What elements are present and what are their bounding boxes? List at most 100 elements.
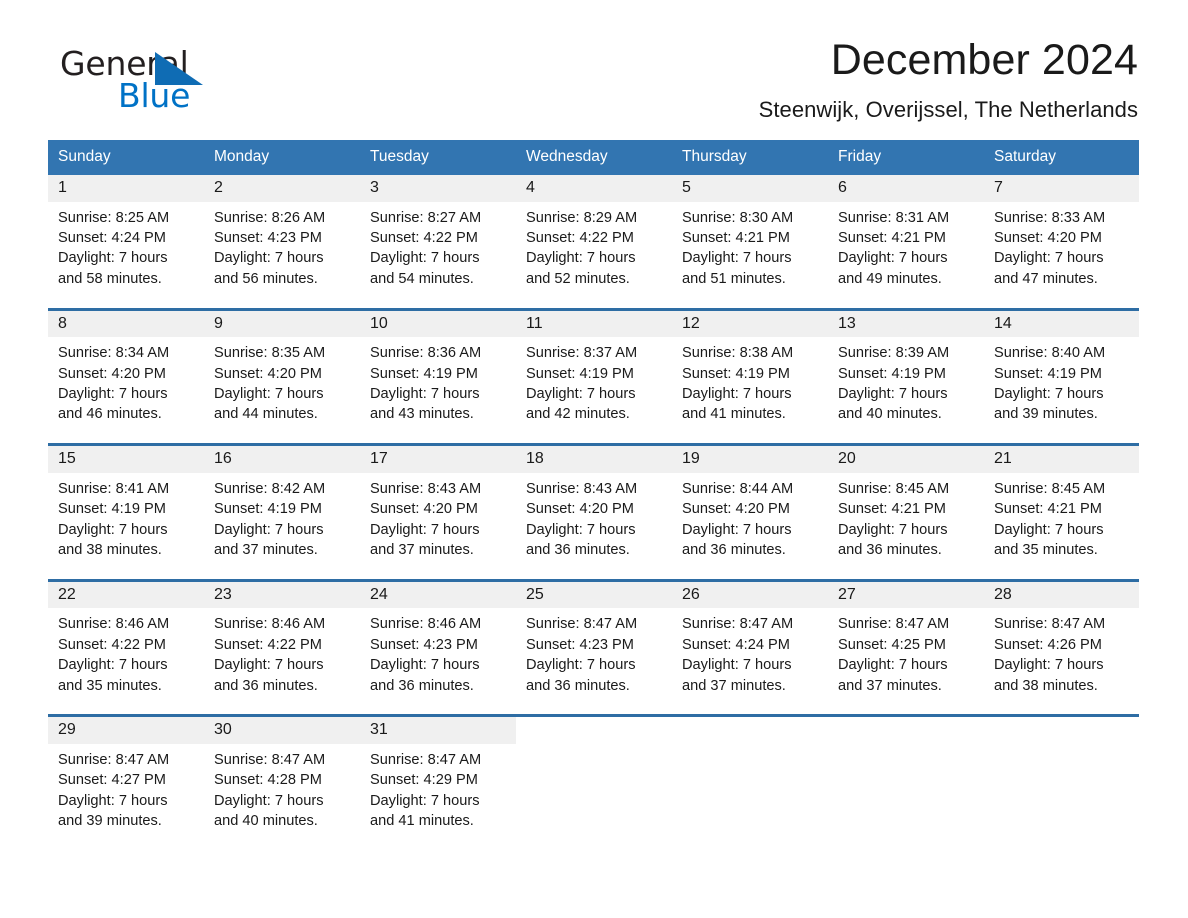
day-sunrise-text: Sunrise: 8:29 AM [526, 209, 638, 226]
location-subtitle: Steenwijk, Overijssel, The Netherlands [758, 97, 1138, 122]
day-number-row: 15 16 17 18 19 20 21 [48, 446, 1139, 473]
day-number-cell[interactable]: 14 [984, 310, 1139, 338]
day-number-cell-empty [672, 717, 828, 744]
day-detail-cell-empty [672, 743, 828, 836]
weekday-header-tuesday: Tuesday [360, 140, 516, 175]
day-number-cell[interactable]: 29 [48, 717, 204, 744]
page-title: December 2024 [830, 36, 1138, 84]
day-detail-cell: Sunrise: 8:41 AM Sunset: 4:19 PM Daylight:… [48, 472, 204, 565]
day-number-cell[interactable]: 12 [672, 310, 828, 338]
day-sunrise-text: Sunrise: 8:30 AM [682, 209, 794, 226]
day-number-cell[interactable]: 25 [516, 581, 672, 609]
day-detail-cell: Sunrise: 8:40 AM Sunset: 4:19 PM Daylight:… [984, 337, 1139, 430]
day-detail-cell: Sunrise: 8:25 AM Sunset: 4:24 PM Daylight:… [48, 201, 204, 294]
day-number-cell[interactable]: 9 [204, 310, 360, 338]
day-sunrise-text: Sunrise: 8:45 AM [838, 480, 950, 497]
day-number-cell[interactable]: 31 [360, 717, 516, 744]
day-number-cell[interactable]: 20 [828, 446, 984, 473]
day-sunrise-text: Sunrise: 8:46 AM [214, 616, 326, 633]
day-detail-row: Sunrise: 8:25 AM Sunset: 4:24 PM Daylight:… [48, 201, 1139, 294]
day-daylight-2-text: and 40 minutes. [214, 813, 318, 830]
day-daylight-2-text: and 58 minutes. [58, 270, 162, 287]
day-number-cell[interactable]: 24 [360, 581, 516, 609]
day-sunset-text: Sunset: 4:20 PM [526, 501, 634, 518]
weekday-header-row: Sunday Monday Tuesday Wednesday Thursday… [48, 140, 1139, 175]
day-number-cell[interactable]: 1 [48, 175, 204, 202]
day-detail-row: Sunrise: 8:34 AM Sunset: 4:20 PM Daylight:… [48, 337, 1139, 430]
day-number-cell[interactable]: 19 [672, 446, 828, 473]
day-sunset-text: Sunset: 4:19 PM [214, 501, 322, 518]
day-sunset-text: Sunset: 4:22 PM [214, 636, 322, 653]
day-daylight-1-text: Daylight: 7 hours [838, 657, 948, 674]
day-sunrise-text: Sunrise: 8:42 AM [214, 480, 326, 497]
day-number-cell[interactable]: 27 [828, 581, 984, 609]
day-daylight-2-text: and 36 minutes. [370, 677, 474, 694]
day-detail-cell: Sunrise: 8:38 AM Sunset: 4:19 PM Daylight:… [672, 337, 828, 430]
day-sunset-text: Sunset: 4:19 PM [526, 365, 634, 382]
day-sunset-text: Sunset: 4:22 PM [370, 230, 478, 247]
day-detail-cell: Sunrise: 8:47 AM Sunset: 4:23 PM Daylight:… [516, 608, 672, 701]
day-detail-cell-empty [984, 743, 1139, 836]
day-detail-cell: Sunrise: 8:47 AM Sunset: 4:26 PM Daylight:… [984, 608, 1139, 701]
day-number-cell[interactable]: 11 [516, 310, 672, 338]
day-detail-cell: Sunrise: 8:46 AM Sunset: 4:23 PM Daylight:… [360, 608, 516, 701]
day-detail-cell: Sunrise: 8:45 AM Sunset: 4:21 PM Daylight:… [828, 472, 984, 565]
day-daylight-1-text: Daylight: 7 hours [58, 657, 168, 674]
day-number-cell[interactable]: 8 [48, 310, 204, 338]
day-sunset-text: Sunset: 4:25 PM [838, 636, 946, 653]
day-sunrise-text: Sunrise: 8:34 AM [58, 345, 170, 362]
day-sunrise-text: Sunrise: 8:47 AM [526, 616, 638, 633]
day-daylight-1-text: Daylight: 7 hours [682, 386, 792, 403]
day-number-cell[interactable]: 23 [204, 581, 360, 609]
day-sunset-text: Sunset: 4:21 PM [838, 230, 946, 247]
day-daylight-1-text: Daylight: 7 hours [838, 250, 948, 267]
day-detail-cell: Sunrise: 8:42 AM Sunset: 4:19 PM Daylight:… [204, 472, 360, 565]
day-daylight-1-text: Daylight: 7 hours [526, 521, 636, 538]
day-number-cell[interactable]: 30 [204, 717, 360, 744]
day-sunrise-text: Sunrise: 8:39 AM [838, 345, 950, 362]
day-detail-cell-empty [828, 743, 984, 836]
day-sunset-text: Sunset: 4:19 PM [838, 365, 946, 382]
day-number-cell[interactable]: 6 [828, 175, 984, 202]
day-number-cell-empty [516, 717, 672, 744]
day-detail-row: Sunrise: 8:47 AM Sunset: 4:27 PM Daylight:… [48, 743, 1139, 836]
day-daylight-1-text: Daylight: 7 hours [682, 657, 792, 674]
day-number-cell[interactable]: 7 [984, 175, 1139, 202]
day-number-cell[interactable]: 21 [984, 446, 1139, 473]
day-sunrise-text: Sunrise: 8:46 AM [58, 616, 170, 633]
day-sunset-text: Sunset: 4:24 PM [682, 636, 790, 653]
day-sunrise-text: Sunrise: 8:35 AM [214, 345, 326, 362]
day-detail-cell: Sunrise: 8:35 AM Sunset: 4:20 PM Daylight:… [204, 337, 360, 430]
day-number-cell[interactable]: 15 [48, 446, 204, 473]
day-detail-cell: Sunrise: 8:43 AM Sunset: 4:20 PM Daylight:… [516, 472, 672, 565]
day-sunset-text: Sunset: 4:23 PM [526, 636, 634, 653]
day-number-cell[interactable]: 13 [828, 310, 984, 338]
page-header: General Blue December 2024 Steenwijk, Ov… [48, 0, 1140, 122]
day-number-cell[interactable]: 3 [360, 175, 516, 202]
general-blue-logo[interactable]: General Blue [60, 47, 260, 119]
day-number-cell[interactable]: 10 [360, 310, 516, 338]
day-sunrise-text: Sunrise: 8:43 AM [526, 480, 638, 497]
day-daylight-1-text: Daylight: 7 hours [994, 657, 1104, 674]
day-number-cell[interactable]: 26 [672, 581, 828, 609]
day-number-cell[interactable]: 18 [516, 446, 672, 473]
day-number-cell[interactable]: 22 [48, 581, 204, 609]
day-detail-cell-empty [516, 743, 672, 836]
day-sunrise-text: Sunrise: 8:47 AM [994, 616, 1106, 633]
day-daylight-2-text: and 39 minutes. [994, 406, 1098, 423]
weekday-header-sunday: Sunday [48, 140, 204, 175]
day-sunrise-text: Sunrise: 8:33 AM [994, 209, 1106, 226]
day-daylight-1-text: Daylight: 7 hours [682, 521, 792, 538]
day-number-cell[interactable]: 28 [984, 581, 1139, 609]
day-number-cell[interactable]: 4 [516, 175, 672, 202]
day-number-cell[interactable]: 5 [672, 175, 828, 202]
day-number-cell[interactable]: 2 [204, 175, 360, 202]
day-daylight-1-text: Daylight: 7 hours [526, 657, 636, 674]
day-number-cell[interactable]: 16 [204, 446, 360, 473]
day-daylight-1-text: Daylight: 7 hours [214, 386, 324, 403]
week-gap [48, 700, 1139, 715]
day-daylight-1-text: Daylight: 7 hours [994, 521, 1104, 538]
day-detail-cell: Sunrise: 8:47 AM Sunset: 4:24 PM Daylight:… [672, 608, 828, 701]
day-number-cell[interactable]: 17 [360, 446, 516, 473]
day-detail-cell: Sunrise: 8:46 AM Sunset: 4:22 PM Daylight:… [204, 608, 360, 701]
